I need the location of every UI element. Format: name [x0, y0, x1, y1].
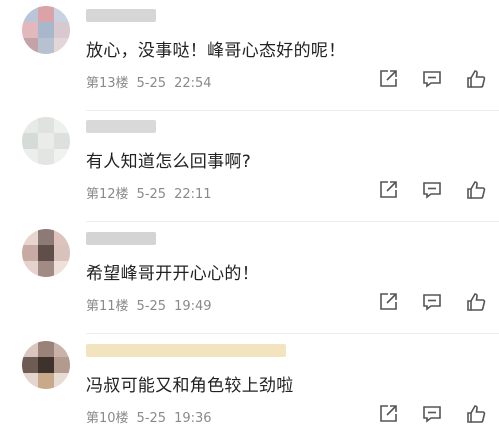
reply-icon[interactable] — [421, 179, 443, 201]
comment-time: 22:54 — [174, 76, 212, 91]
thumbs-up-icon[interactable] — [465, 179, 487, 201]
comment-date: 5-25 — [136, 76, 167, 91]
comment-text: 放心，没事哒！峰哥心态好的呢！ — [86, 41, 346, 61]
comment-time: 19:36 — [174, 411, 212, 426]
comment-meta: 第12楼 5-25 22:11 — [86, 183, 220, 202]
username-redacted[interactable] — [86, 232, 156, 245]
comment-text: 希望峰哥开开心心的！ — [86, 264, 259, 284]
thumbs-up-icon[interactable] — [465, 291, 487, 313]
reply-icon[interactable] — [421, 68, 443, 90]
divider — [86, 333, 499, 334]
comment-date: 5-25 — [136, 411, 167, 426]
avatar[interactable] — [22, 229, 70, 277]
share-icon[interactable] — [377, 179, 399, 201]
avatar[interactable] — [22, 341, 70, 389]
username-redacted[interactable] — [86, 9, 156, 22]
comment-item: 希望峰哥开开心心的！ 第11楼 5-25 19:49 — [0, 223, 499, 334]
username-redacted[interactable] — [86, 344, 286, 357]
comment-date: 5-25 — [136, 299, 167, 314]
comment-item: 有人知道怎么回事啊? 第12楼 5-25 22:11 — [0, 111, 499, 222]
comment-text: 冯叔可能又和角色较上劲啦 — [86, 376, 294, 396]
thumbs-up-icon[interactable] — [465, 68, 487, 90]
username-redacted[interactable] — [86, 120, 156, 133]
floor-number: 第13楼 — [86, 76, 129, 91]
avatar[interactable] — [22, 117, 70, 165]
comment-text: 有人知道怎么回事啊? — [86, 152, 252, 172]
floor-number: 第10楼 — [86, 411, 129, 426]
divider — [86, 221, 499, 222]
comment-item: 放心，没事哒！峰哥心态好的呢！ 第13楼 5-25 22:54 — [0, 0, 499, 111]
comment-time: 19:49 — [174, 299, 212, 314]
share-icon[interactable] — [377, 68, 399, 90]
thumbs-up-icon[interactable] — [465, 403, 487, 425]
comment-meta: 第13楼 5-25 22:54 — [86, 72, 220, 91]
comment-item: 冯叔可能又和角色较上劲啦第10楼 5-25 19:36 — [0, 335, 499, 446]
comment-meta: 第10楼 5-25 19:36 — [86, 407, 220, 426]
comment-date: 5-25 — [136, 187, 167, 202]
floor-number: 第12楼 — [86, 187, 129, 202]
avatar[interactable] — [22, 6, 70, 54]
comment-meta: 第11楼 5-25 19:49 — [86, 295, 220, 314]
share-icon[interactable] — [377, 403, 399, 425]
floor-number: 第11楼 — [86, 299, 129, 314]
comment-time: 22:11 — [174, 187, 212, 202]
share-icon[interactable] — [377, 291, 399, 313]
reply-icon[interactable] — [421, 403, 443, 425]
reply-icon[interactable] — [421, 291, 443, 313]
